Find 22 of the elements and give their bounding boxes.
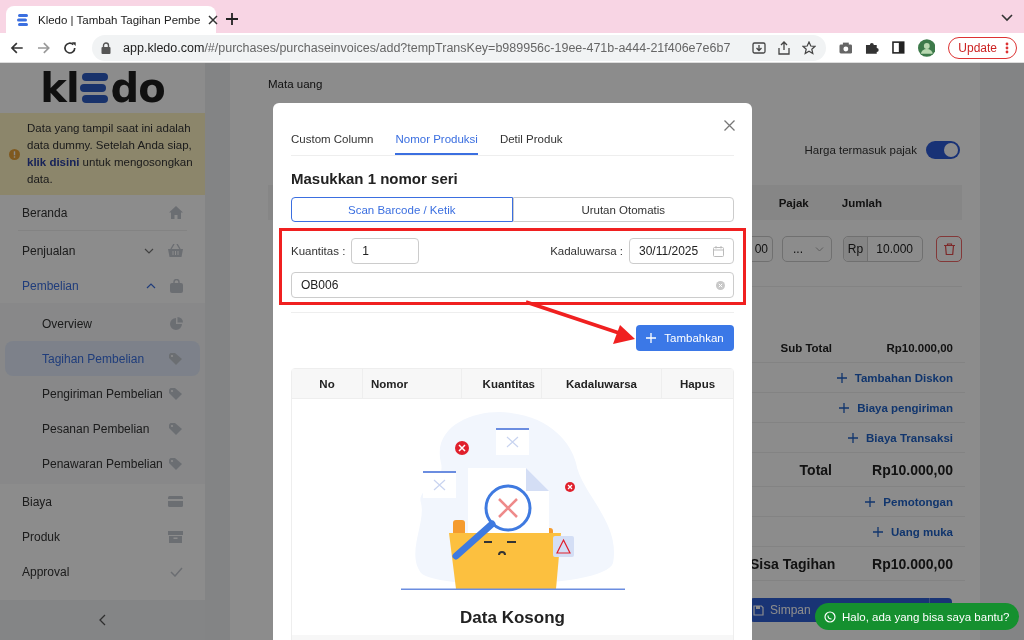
notice-text: Data yang tampil saat ini adalah data dummy. Setelah Anda siap, klik disini untuk mengosongkan data. <box>27 121 194 187</box>
expiry-label: Kadaluwarsa : <box>550 245 623 257</box>
empty-state-text: Data Kosong <box>460 608 565 628</box>
column-header: Kuantitas <box>462 369 542 398</box>
summary-label: Sisa Tagihan <box>750 555 836 572</box>
summary-label: Sub Total <box>780 341 832 354</box>
tax-inclusive-label: Harga termasuk pajak <box>804 144 917 156</box>
column-header: Kadaluwarsa <box>542 369 662 398</box>
tab-title: Kledo | Tambah Tagihan Pembe <box>38 13 201 26</box>
column-header: No <box>292 369 363 398</box>
url-text: app.kledo.com/#/purchases/purchaseinvoices/add?tempTransKey=b989956c-19ee-471b-a444-21f406e7e6b7 <box>123 40 732 55</box>
summary-label: Total <box>799 461 832 478</box>
column-header: Jumlah <box>841 196 882 209</box>
quantity-label: Kuantitas : <box>291 245 346 257</box>
column-header: Hapus <box>678 376 717 392</box>
summary-value: Rp10.000,00 <box>871 555 953 572</box>
dialog-heading: Masukkan 1 nomor seri <box>291 169 459 189</box>
column-header: Nomor <box>363 369 462 398</box>
column-header: Pajak <box>778 196 809 209</box>
summary-value: Rp10.000,00 <box>885 341 953 354</box>
summary-value: Rp10.000,00 <box>871 461 953 478</box>
currency-label: Mata uang <box>268 77 324 91</box>
